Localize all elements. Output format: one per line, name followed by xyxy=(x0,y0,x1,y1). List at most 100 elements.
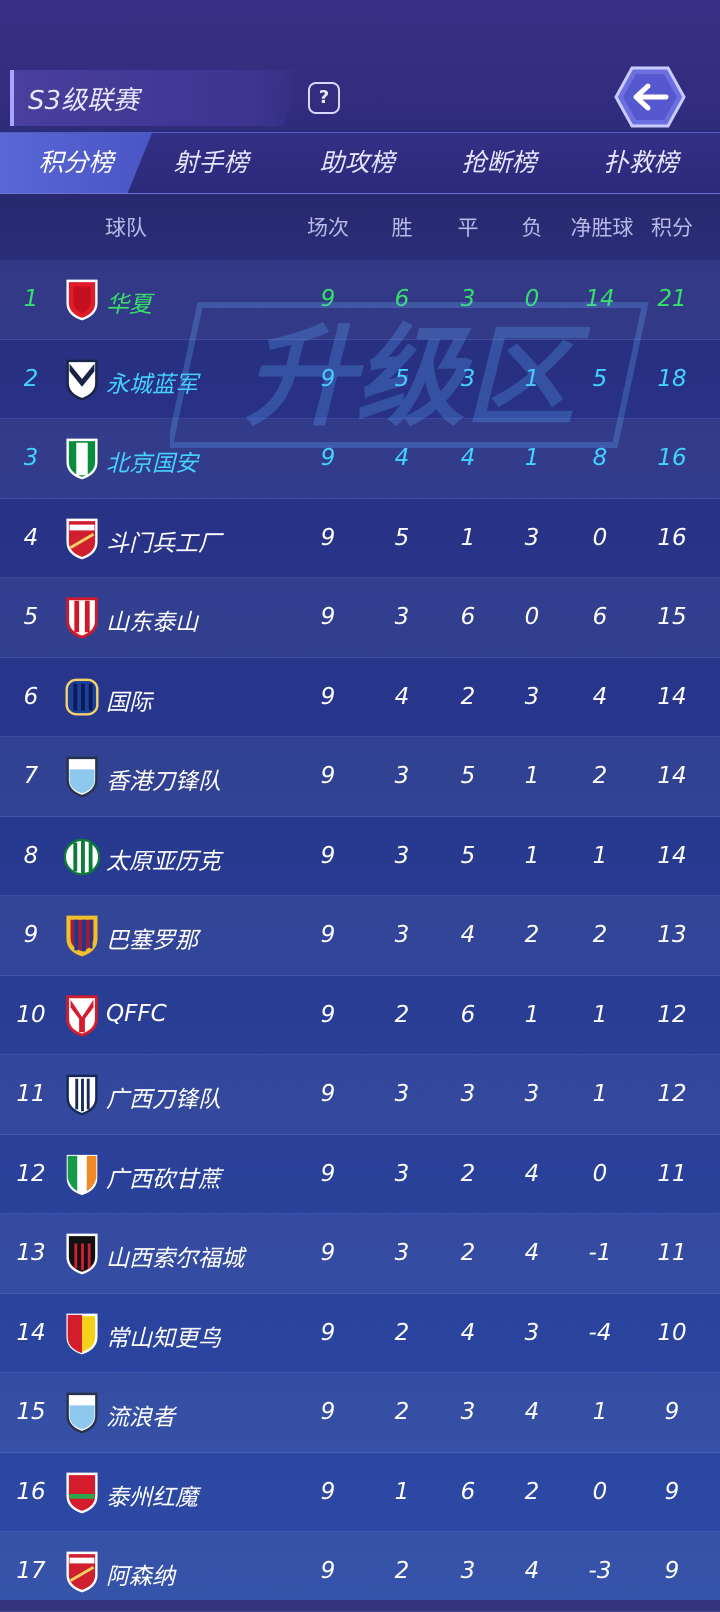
cell-draw: 2 xyxy=(460,1240,476,1266)
table-row[interactable]: 4 9 5 1 3 0 16 斗门兵工厂 xyxy=(0,499,720,578)
cell-played: 9 xyxy=(320,1399,336,1425)
cell-points: 14 xyxy=(657,763,687,789)
cell-played: 9 xyxy=(320,763,336,789)
team-name[interactable]: 山东泰山 xyxy=(106,603,198,637)
cell-draw: 6 xyxy=(460,1478,476,1505)
cell-played: 9 xyxy=(320,524,336,551)
cell-gd: -4 xyxy=(588,1319,612,1346)
col-draw: 平 xyxy=(457,216,479,240)
tab-assists[interactable]: 助攻榜 xyxy=(298,133,416,193)
cell-loss: 4 xyxy=(524,1240,540,1266)
col-gd: 净胜球 xyxy=(570,216,634,240)
cell-points: 16 xyxy=(657,524,687,551)
cell-gd: 0 xyxy=(592,524,608,551)
cell-played: 9 xyxy=(320,842,336,869)
team-crest-icon xyxy=(66,279,98,321)
cell-loss: 1 xyxy=(524,1001,540,1028)
cell-rank: 1 xyxy=(23,286,39,312)
team-name[interactable]: 华夏 xyxy=(106,285,152,319)
cell-rank: 10 xyxy=(16,1001,46,1028)
table-row[interactable]: 8 9 3 5 1 1 14 太原亚历克 xyxy=(0,817,720,896)
team-name[interactable]: 斗门兵工厂 xyxy=(106,524,221,558)
cell-points: 13 xyxy=(657,922,687,948)
cell-gd: 1 xyxy=(592,1399,608,1425)
cell-played: 9 xyxy=(320,1160,336,1187)
cell-rank: 15 xyxy=(16,1399,46,1425)
team-crest-icon xyxy=(66,756,98,798)
cell-rank: 12 xyxy=(16,1160,46,1187)
cell-played: 9 xyxy=(320,683,336,710)
team-name[interactable]: 太原亚历克 xyxy=(106,842,221,876)
table-row[interactable]: 7 9 3 5 1 2 14 香港刀锋队 xyxy=(0,737,720,817)
cell-win: 5 xyxy=(394,524,410,551)
cell-rank: 6 xyxy=(23,683,39,710)
cell-loss: 2 xyxy=(524,922,540,948)
table-row[interactable]: 12 9 3 2 4 0 11 广西砍甘蔗 xyxy=(0,1135,720,1214)
back-arrow-icon[interactable] xyxy=(614,66,686,128)
cell-rank: 4 xyxy=(23,524,39,551)
cell-gd: 1 xyxy=(592,1081,608,1107)
team-name[interactable]: 阿森纳 xyxy=(106,1557,175,1591)
cell-win: 1 xyxy=(394,1478,410,1505)
cell-draw: 2 xyxy=(460,683,476,710)
cell-draw: 6 xyxy=(460,1001,476,1028)
tab-scorers[interactable]: 射手榜 xyxy=(152,133,270,193)
help-button[interactable]: ? xyxy=(308,82,340,114)
cell-win: 3 xyxy=(394,1081,410,1107)
cell-draw: 3 xyxy=(460,1399,476,1425)
team-name[interactable]: 国际 xyxy=(106,683,152,717)
cell-win: 3 xyxy=(394,763,410,789)
cell-rank: 5 xyxy=(23,604,39,630)
cell-loss: 1 xyxy=(524,763,540,789)
team-crest-icon xyxy=(66,1313,98,1354)
team-name[interactable]: 广西刀锋队 xyxy=(106,1080,221,1114)
cell-gd: 1 xyxy=(592,1001,608,1028)
team-name[interactable]: 常山知更鸟 xyxy=(106,1319,221,1353)
team-name[interactable]: 巴塞罗那 xyxy=(106,921,198,955)
cell-points: 11 xyxy=(657,1160,687,1187)
cell-points: 18 xyxy=(657,365,687,392)
col-team: 球队 xyxy=(105,216,147,240)
table-row[interactable]: 16 9 1 6 2 0 9 泰州红魔 xyxy=(0,1453,720,1532)
cell-rank: 3 xyxy=(23,445,39,471)
cell-draw: 6 xyxy=(460,604,476,630)
cell-win: 4 xyxy=(394,683,410,710)
team-name[interactable]: QFFC xyxy=(106,1001,167,1027)
team-name[interactable]: 香港刀锋队 xyxy=(106,762,221,796)
team-crest-icon xyxy=(66,1551,98,1593)
cell-gd: 2 xyxy=(592,763,608,789)
cell-rank: 8 xyxy=(23,842,39,869)
team-name[interactable]: 泰州红魔 xyxy=(106,1478,198,1512)
table-row[interactable]: 15 9 2 3 4 1 9 流浪者 xyxy=(0,1373,720,1453)
tab-saves[interactable]: 扑救榜 xyxy=(582,133,700,193)
col-played: 场次 xyxy=(307,216,349,240)
cell-win: 2 xyxy=(394,1558,410,1584)
cell-points: 9 xyxy=(664,1558,680,1584)
table-row[interactable]: 11 9 3 3 3 1 12 广西刀锋队 xyxy=(0,1055,720,1135)
cell-loss: 4 xyxy=(524,1160,540,1187)
cell-rank: 2 xyxy=(23,365,39,392)
cell-played: 9 xyxy=(320,1558,336,1584)
table-row[interactable]: 9 9 3 4 2 2 13 巴塞罗那 xyxy=(0,896,720,976)
cell-played: 9 xyxy=(320,1081,336,1107)
table-row[interactable]: 10 9 2 6 1 1 12 QFFC xyxy=(0,976,720,1055)
tab-standings[interactable]: 积分榜 xyxy=(0,133,152,193)
league-title: S3级联赛 xyxy=(28,86,140,116)
cell-draw: 3 xyxy=(460,1081,476,1107)
cell-gd: -3 xyxy=(588,1558,612,1584)
tab-tackles[interactable]: 抢断榜 xyxy=(440,133,558,193)
table-row[interactable]: 13 9 3 2 4 -1 11 山西索尔福城 xyxy=(0,1214,720,1294)
cell-draw: 2 xyxy=(460,1160,476,1187)
cell-rank: 11 xyxy=(16,1081,46,1107)
team-name[interactable]: 山西索尔福城 xyxy=(106,1239,244,1273)
team-name[interactable]: 广西砍甘蔗 xyxy=(106,1160,221,1194)
table-row[interactable]: 14 9 2 4 3 -4 10 常山知更鸟 xyxy=(0,1294,720,1373)
table-row[interactable]: 6 9 4 2 3 4 14 国际 xyxy=(0,658,720,737)
cell-draw: 4 xyxy=(460,1319,476,1346)
cell-win: 3 xyxy=(394,1240,410,1266)
cell-gd: 1 xyxy=(592,842,608,869)
cell-loss: 4 xyxy=(524,1399,540,1425)
cell-draw: 1 xyxy=(460,524,476,551)
table-row[interactable]: 5 9 3 6 0 6 15 山东泰山 xyxy=(0,578,720,658)
team-name[interactable]: 流浪者 xyxy=(106,1398,175,1432)
